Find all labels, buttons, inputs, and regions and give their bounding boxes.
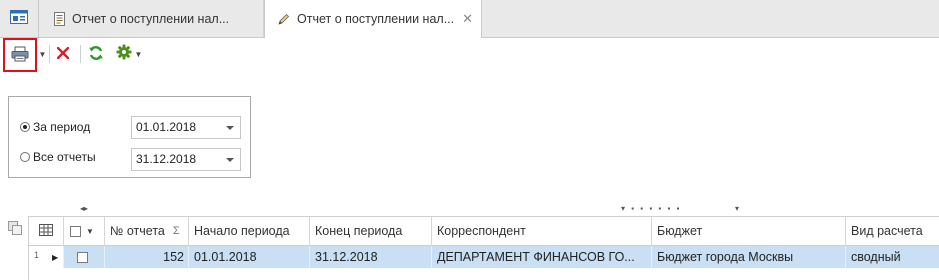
column-drag-marker: ▾ [735, 204, 740, 213]
cell-start[interactable]: 01.01.2018 [189, 246, 310, 268]
settings-button[interactable] [115, 44, 133, 62]
column-drag-marker: ▾ ▪ ▪ ▪ ▪ ▪ ▪ [621, 204, 682, 213]
select-all-header[interactable]: ▼ [64, 217, 105, 246]
column-label: Корреспондент [437, 224, 526, 238]
column-header-end[interactable]: Конец периода [310, 217, 432, 246]
print-dropdown-button[interactable]: ▼ [38, 48, 47, 60]
row-number: 1 [34, 250, 40, 260]
radio-label: За период [33, 120, 91, 134]
cell-calc-type[interactable]: сводный [846, 246, 939, 268]
column-label: Начало периода [194, 224, 290, 238]
row-checkbox[interactable] [77, 251, 88, 263]
grid-layout-icon[interactable] [8, 221, 22, 238]
column-header-report-number[interactable]: № отчета Σ [105, 217, 189, 246]
period-filter-panel: За период 01.01.2018 Все отчеты 31.12.20… [8, 96, 251, 178]
radio-label: Все отчеты [33, 150, 96, 164]
sum-icon: Σ [172, 225, 180, 237]
cell-correspondent[interactable]: ДЕПАРТАМЕНТ ФИНАНСОВ ГО... [432, 246, 652, 268]
reports-grid: ▼ № отчета Σ Начало периода Конец период… [28, 216, 939, 280]
column-chooser-header[interactable] [29, 217, 64, 246]
table-grid-icon [39, 223, 53, 239]
delete-button[interactable] [54, 45, 72, 63]
delete-icon [56, 46, 70, 62]
window-list-icon [10, 10, 28, 27]
edit-pencil-icon [277, 13, 290, 26]
column-label: Вид расчета [851, 224, 923, 238]
column-label: № отчета [110, 224, 165, 238]
cell-end[interactable]: 31.12.2018 [310, 246, 432, 268]
radio-button[interactable] [20, 152, 30, 162]
start-date-field[interactable]: 01.01.2018 [131, 116, 241, 139]
chevron-down-icon[interactable] [226, 158, 234, 162]
end-date-value: 31.12.2018 [136, 152, 197, 166]
tab-report-2-active[interactable]: Отчет о поступлении нал... ✕ [264, 0, 482, 38]
chevron-down-icon[interactable]: ▼ [86, 227, 94, 236]
tab-strip: Отчет о поступлении нал... Отчет о посту… [0, 0, 939, 38]
print-icon [11, 46, 29, 65]
settings-dropdown-button[interactable]: ▼ [134, 48, 143, 60]
close-icon[interactable]: ✕ [462, 11, 473, 27]
chevron-down-icon: ▼ [38, 49, 47, 59]
start-date-value: 01.01.2018 [136, 120, 197, 134]
radio-all-reports[interactable]: Все отчеты [20, 150, 96, 164]
column-header-correspondent[interactable]: Корреспондент [432, 217, 652, 246]
cell-budget[interactable]: Бюджет города Москвы [652, 246, 846, 268]
column-label: Конец периода [315, 224, 403, 238]
toolbar-separator [80, 45, 81, 63]
tab-label: Отчет о поступлении нал... [72, 11, 230, 26]
table-row[interactable]: ▶ 152 01.01.2018 31.12.2018 ДЕПАРТАМЕНТ … [29, 246, 939, 268]
home-tab[interactable] [0, 0, 39, 37]
toolbar-separator [49, 45, 50, 63]
tab-report-1[interactable]: Отчет о поступлении нал... [42, 0, 264, 37]
radio-button-selected[interactable] [20, 122, 30, 132]
document-icon [54, 11, 65, 26]
refresh-button[interactable] [86, 45, 106, 63]
column-header-calc-type[interactable]: Вид расчета [846, 217, 939, 246]
chevron-down-icon[interactable] [226, 126, 234, 130]
column-resize-marker[interactable]: ◂▸ [80, 204, 88, 213]
cell-report-number[interactable]: 152 [105, 246, 189, 268]
column-header-start[interactable]: Начало периода [189, 217, 310, 246]
end-date-field[interactable]: 31.12.2018 [131, 148, 241, 171]
select-all-checkbox[interactable] [70, 225, 81, 237]
column-header-budget[interactable]: Бюджет [652, 217, 846, 246]
chevron-down-icon: ▼ [134, 49, 143, 59]
tab-label: Отчет о поступлении нал... [297, 12, 455, 26]
refresh-icon [88, 45, 104, 64]
settings-icon [116, 44, 132, 63]
row-checkbox-cell[interactable] [64, 246, 105, 268]
column-label: Бюджет [657, 224, 703, 238]
radio-period[interactable]: За период [20, 120, 90, 134]
print-button[interactable] [3, 38, 37, 72]
